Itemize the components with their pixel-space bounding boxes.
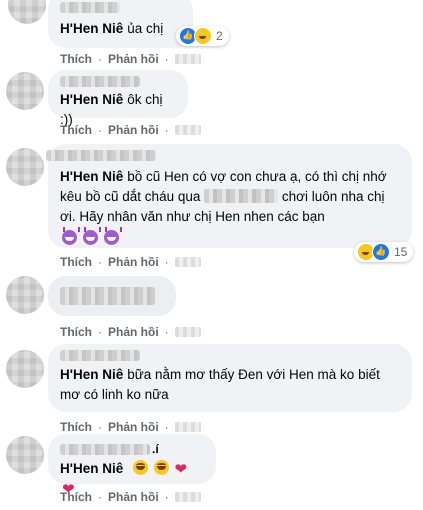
heart-emoji: ❤	[174, 461, 188, 478]
comment-bubble: H'Hen Niê bồ cũ Hen có vợ con chưa ạ, có …	[46, 144, 412, 249]
comment-bubble: H'Hen Niê ủa chị	[48, 0, 193, 48]
author-name-blurred[interactable]	[60, 443, 150, 455]
like-link[interactable]: Thích	[60, 490, 92, 504]
like-link[interactable]: Thích	[60, 123, 92, 137]
reaction-count: 15	[394, 245, 408, 259]
blurred-name	[204, 189, 279, 203]
separator: ·	[164, 490, 169, 504]
separator: ·	[164, 123, 169, 137]
comment-actions: Thích · Phản hồi ·	[60, 255, 201, 269]
mention-link[interactable]: H'Hen Niê	[60, 169, 123, 184]
reply-link[interactable]: Phản hồi	[108, 420, 159, 434]
comment-bubble: H'Hen Niê ôk chị :))	[48, 70, 188, 127]
comment-bubble: H'Hen Niê bữa nằm mơ thấy Đen với Hen mà …	[48, 344, 412, 412]
comment-actions: Thích · Phản hồi ·	[60, 52, 201, 66]
separator: ·	[98, 325, 102, 339]
author-name-blurred[interactable]	[60, 76, 140, 87]
emoji-row	[60, 227, 400, 249]
mention-link[interactable]: H'Hen Niê	[60, 21, 123, 36]
timestamp-blurred[interactable]	[174, 54, 201, 64]
separator: ·	[98, 123, 102, 137]
mention-link[interactable]: H'Hen Niê	[60, 92, 123, 107]
reply-link[interactable]: Phản hồi	[108, 325, 159, 339]
comment-text: H'Hen Niê bồ cũ Hen có vợ con chưa ạ, có …	[60, 167, 400, 249]
mention-link[interactable]: H'Hen Niê	[60, 461, 123, 476]
like-link[interactable]: Thích	[60, 52, 92, 66]
avatar[interactable]	[6, 276, 44, 314]
like-icon	[372, 243, 390, 261]
timestamp-blurred[interactable]	[174, 422, 201, 432]
like-link[interactable]: Thích	[60, 325, 92, 339]
comment-text: H'Hen Niê bữa nằm mơ thấy Đen với Hen mà …	[60, 365, 400, 405]
author-name-blurred[interactable]	[60, 2, 120, 13]
comment-actions: Thích · Phản hồi ·	[60, 123, 201, 137]
comment-body: ủa chị	[127, 21, 164, 36]
timestamp-blurred[interactable]	[174, 125, 201, 135]
timestamp-blurred[interactable]	[174, 492, 201, 502]
comment-text: H'Hen Niê ủa chị	[60, 19, 181, 39]
avatar[interactable]	[6, 72, 44, 110]
reaction-count: 2	[216, 29, 223, 43]
author-name-blurred[interactable]	[60, 287, 155, 305]
avatar[interactable]	[6, 350, 44, 388]
reply-link[interactable]: Phản hồi	[108, 255, 159, 269]
like-link[interactable]: Thích	[60, 420, 92, 434]
author-name-blurred[interactable]	[60, 350, 140, 361]
separator: ·	[164, 325, 169, 339]
reaction-summary[interactable]: 2	[176, 26, 229, 46]
devil-grin-emoji	[103, 227, 122, 245]
separator: ·	[98, 255, 102, 269]
avatar[interactable]	[6, 148, 44, 186]
timestamp-blurred[interactable]	[174, 327, 201, 337]
separator: ·	[98, 490, 102, 504]
avatar[interactable]	[8, 0, 46, 24]
timestamp-blurred[interactable]	[174, 257, 201, 267]
separator: ·	[98, 420, 102, 434]
comment-bubble: .í H'Hen Niê ❤ ❤	[48, 434, 216, 497]
comment-bubble-blurred	[48, 276, 176, 316]
separator: ·	[164, 52, 169, 66]
comment-actions: Thích · Phản hồi ·	[60, 420, 201, 434]
reply-link[interactable]: Phản hồi	[108, 490, 159, 504]
comment-actions: Thích · Phản hồi ·	[60, 490, 201, 504]
devil-grin-emoji	[82, 227, 101, 245]
separator: ·	[98, 52, 102, 66]
reaction-summary[interactable]: 15	[354, 242, 414, 262]
separator: ·	[164, 255, 169, 269]
author-name-blurred[interactable]	[46, 150, 156, 161]
mention-link[interactable]: H'Hen Niê	[60, 367, 123, 382]
reply-link[interactable]: Phản hồi	[108, 52, 159, 66]
author-name-suffix: .í	[152, 442, 159, 456]
devil-grin-emoji	[62, 227, 80, 245]
avatar[interactable]	[6, 436, 44, 474]
grin-emoji	[133, 460, 148, 475]
reply-link[interactable]: Phản hồi	[108, 123, 159, 137]
comment-actions: Thích · Phản hồi ·	[60, 325, 201, 339]
grin-emoji	[153, 460, 169, 475]
like-link[interactable]: Thích	[60, 255, 92, 269]
separator: ·	[164, 420, 169, 434]
author-row: .í	[60, 442, 204, 456]
haha-icon	[194, 27, 212, 45]
